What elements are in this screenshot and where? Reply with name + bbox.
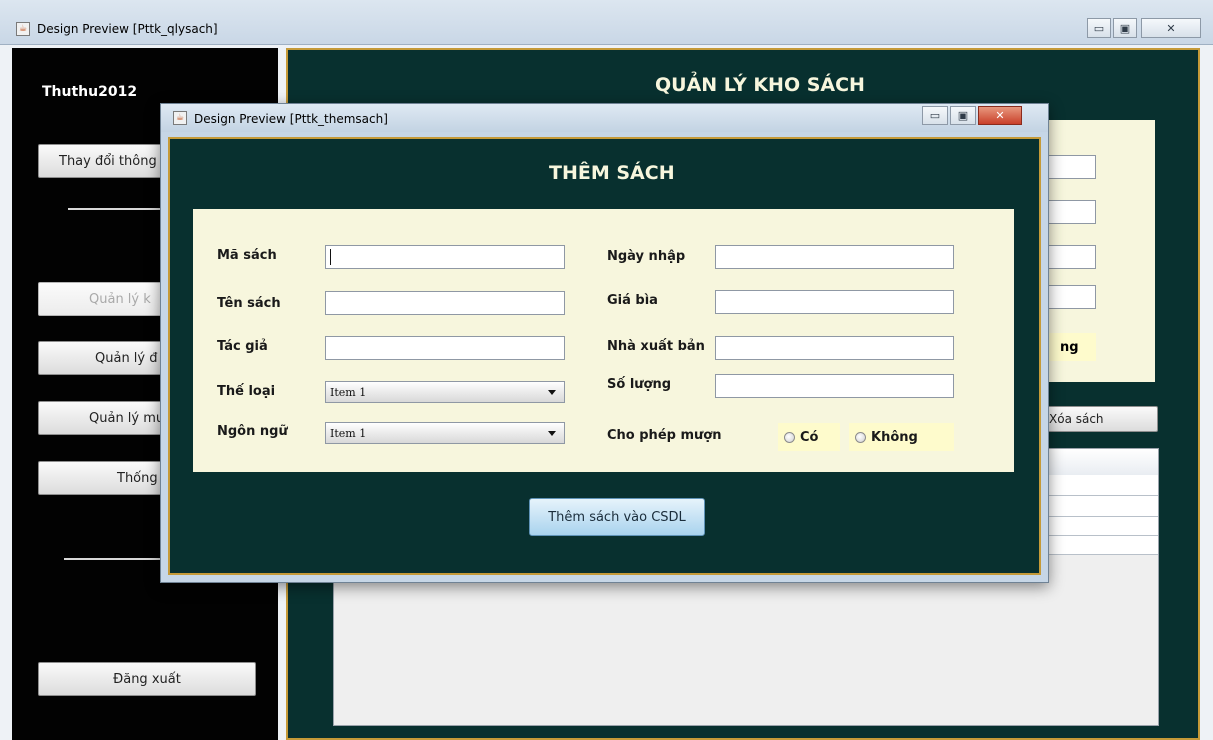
dialog-heading: THÊM SÁCH bbox=[549, 162, 675, 184]
allow-borrow-label: Cho phép mượn bbox=[607, 428, 722, 443]
java-app-icon: ☕ bbox=[16, 22, 30, 36]
radio-circle-icon bbox=[784, 431, 795, 443]
language-selected-value: Item 1 bbox=[330, 426, 367, 440]
genre-label: Thế loại bbox=[217, 384, 276, 399]
dialog-maximize-icon[interactable]: ▣ bbox=[950, 106, 976, 125]
maximize-icon[interactable]: ▣ bbox=[1113, 18, 1137, 38]
radio-no[interactable]: Không bbox=[849, 423, 954, 451]
change-info-label: Thay đổi thông bbox=[59, 153, 157, 169]
chevron-down-icon bbox=[548, 431, 556, 436]
book-id-input[interactable] bbox=[325, 245, 565, 269]
dialog-java-icon: ☕ bbox=[173, 111, 187, 125]
book-name-label: Tên sách bbox=[217, 296, 281, 311]
radio-yes-label: Có bbox=[800, 429, 819, 445]
partial-label-text: ng bbox=[1060, 339, 1079, 355]
delete-book-label: Xóa sách bbox=[1049, 412, 1104, 426]
book-name-input[interactable] bbox=[325, 291, 565, 315]
statistics-label: Thống bbox=[117, 470, 158, 486]
author-input[interactable] bbox=[325, 336, 565, 360]
table-header[interactable] bbox=[1030, 449, 1158, 476]
table-row[interactable] bbox=[1030, 496, 1158, 517]
table-row[interactable] bbox=[1030, 536, 1158, 555]
dialog-minimize-icon[interactable]: ▭ bbox=[922, 106, 948, 125]
close-icon[interactable]: ✕ bbox=[1141, 18, 1201, 38]
cover-price-input[interactable] bbox=[715, 290, 954, 314]
minimize-icon[interactable]: ▭ bbox=[1087, 18, 1111, 38]
add-book-button[interactable]: Thêm sách vào CSDL bbox=[529, 498, 705, 536]
book-id-label: Mã sách bbox=[217, 248, 277, 263]
manage-readers-label: Quản lý đ bbox=[95, 350, 158, 366]
publisher-input[interactable] bbox=[715, 336, 954, 360]
main-window-title: Design Preview [Pttk_qlysach] bbox=[37, 22, 218, 36]
dialog-close-icon[interactable]: ✕ bbox=[978, 106, 1022, 125]
language-select[interactable]: Item 1 bbox=[325, 422, 565, 444]
quantity-input[interactable] bbox=[715, 374, 954, 398]
manage-borrow-label: Quản lý mư bbox=[89, 410, 165, 426]
text-cursor bbox=[330, 249, 331, 265]
radio-no-label: Không bbox=[871, 429, 918, 445]
table-row[interactable] bbox=[1030, 475, 1158, 496]
delete-book-button[interactable]: Xóa sách bbox=[1030, 406, 1158, 432]
table-row[interactable] bbox=[1030, 517, 1158, 536]
chevron-down-icon bbox=[548, 390, 556, 395]
radio-yes[interactable]: Có bbox=[778, 423, 840, 451]
dialog-window-title: Design Preview [Pttk_themsach] bbox=[194, 112, 388, 126]
author-label: Tác giả bbox=[217, 339, 268, 354]
genre-select[interactable]: Item 1 bbox=[325, 381, 565, 403]
cover-price-label: Giá bìa bbox=[607, 293, 658, 308]
user-label: Thuthu2012 bbox=[42, 84, 138, 100]
publisher-label: Nhà xuất bản bbox=[607, 339, 705, 354]
logout-label: Đăng xuất bbox=[113, 671, 181, 687]
genre-selected-value: Item 1 bbox=[330, 385, 367, 399]
import-date-label: Ngày nhập bbox=[607, 249, 686, 264]
manage-books-label: Quản lý k bbox=[89, 291, 151, 307]
logout-button[interactable]: Đăng xuất bbox=[38, 662, 256, 696]
main-panel-title: QUẢN LÝ KHO SÁCH bbox=[655, 74, 865, 96]
import-date-input[interactable] bbox=[715, 245, 954, 269]
add-book-label: Thêm sách vào CSDL bbox=[548, 509, 686, 525]
quantity-label: Số lượng bbox=[607, 377, 672, 392]
radio-circle-icon bbox=[855, 431, 866, 443]
language-label: Ngôn ngữ bbox=[217, 424, 288, 439]
